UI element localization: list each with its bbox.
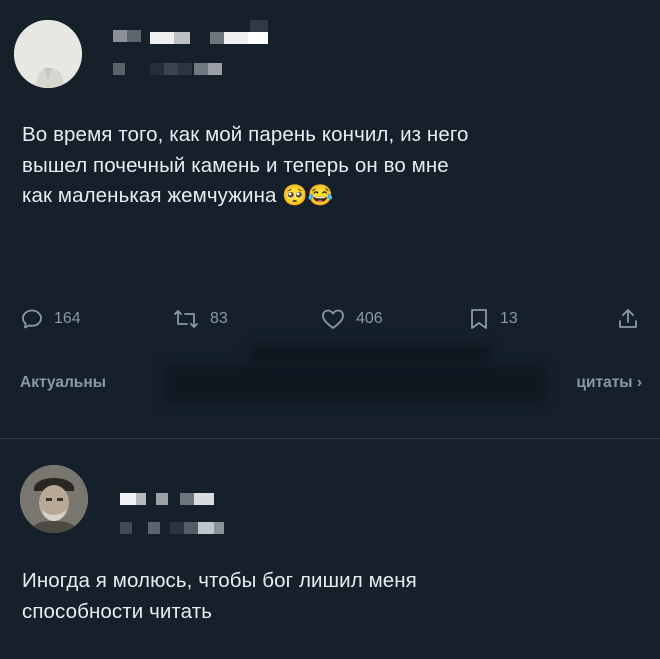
share-icon (616, 307, 640, 331)
repost-count: 83 (210, 310, 228, 327)
bookmark-button[interactable]: 13 (468, 303, 518, 335)
heart-icon (320, 307, 346, 331)
repost-icon (172, 307, 200, 331)
avatar[interactable] (14, 20, 82, 88)
censored-blur-2 (250, 346, 490, 360)
reply-button[interactable]: 164 (20, 303, 81, 335)
avatar[interactable] (20, 465, 88, 533)
censored-blur (165, 366, 545, 402)
reply-count: 164 (54, 310, 81, 327)
quotes-link[interactable]: цитаты › (576, 374, 642, 392)
share-button[interactable] (616, 303, 640, 335)
reply-text: Иногда я молюсь, чтобы бог лишил меня сп… (22, 569, 417, 623)
like-count: 406 (356, 310, 383, 327)
bookmark-icon (468, 307, 490, 331)
bookmark-count: 13 (500, 310, 518, 327)
post-text: Во время того, как мой парень кончил, из… (22, 123, 469, 207)
like-button[interactable]: 406 (320, 303, 383, 335)
trending-link[interactable]: Актуальны (20, 374, 106, 392)
reply-icon (20, 307, 44, 331)
divider (0, 438, 660, 439)
repost-button[interactable]: 83 (172, 303, 228, 335)
